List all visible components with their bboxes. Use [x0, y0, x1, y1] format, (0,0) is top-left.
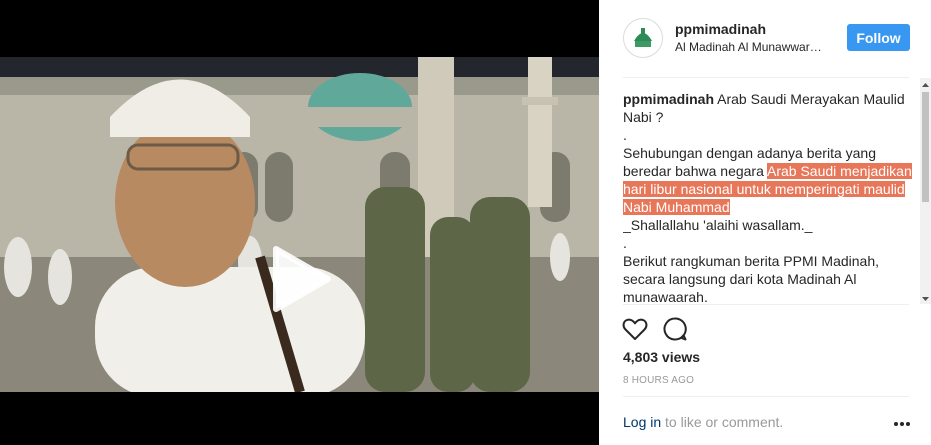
divider — [623, 304, 909, 305]
scroll-down-icon[interactable] — [920, 292, 931, 304]
avatar[interactable] — [623, 18, 663, 58]
view-count[interactable]: 4,803 views — [623, 349, 700, 365]
play-icon[interactable] — [268, 245, 334, 313]
timestamp[interactable]: 8 HOURS AGO — [623, 375, 694, 386]
scroll-thumb[interactable] — [922, 92, 929, 202]
caption-scrollbar[interactable] — [920, 78, 931, 304]
location-link[interactable]: Al Madinah Al Munawwarah, Saudi — [675, 40, 827, 54]
media-area — [0, 0, 599, 445]
divider — [623, 77, 909, 78]
video-frame — [0, 57, 599, 392]
more-options-icon[interactable] — [891, 416, 913, 432]
post-header: ppmimadinah Al Madinah Al Munawwarah, Sa… — [599, 0, 931, 78]
heart-icon[interactable] — [621, 315, 649, 343]
caption-text: Berikut rangkuman berita PPMI Madinah, s… — [623, 253, 880, 303]
login-prompt: Log in to like or comment. — [623, 414, 783, 430]
caption-username[interactable]: ppmimadinah — [623, 91, 714, 107]
comment-icon[interactable] — [661, 315, 689, 343]
login-prompt-text: to like or comment. — [661, 414, 784, 430]
follow-button[interactable]: Follow — [847, 24, 910, 51]
caption-separator: . — [623, 127, 627, 143]
caption-separator: . — [623, 235, 627, 251]
scroll-up-icon[interactable] — [920, 78, 931, 90]
caption: ppmimadinah Arab Saudi Merayakan Maulid … — [623, 90, 917, 303]
divider — [623, 396, 909, 397]
video-player[interactable] — [0, 57, 599, 392]
caption-text: _Shallallahu 'alaihi wasallam._ — [623, 217, 813, 233]
login-link[interactable]: Log in — [623, 414, 661, 430]
username-link[interactable]: ppmimadinah — [675, 21, 766, 37]
